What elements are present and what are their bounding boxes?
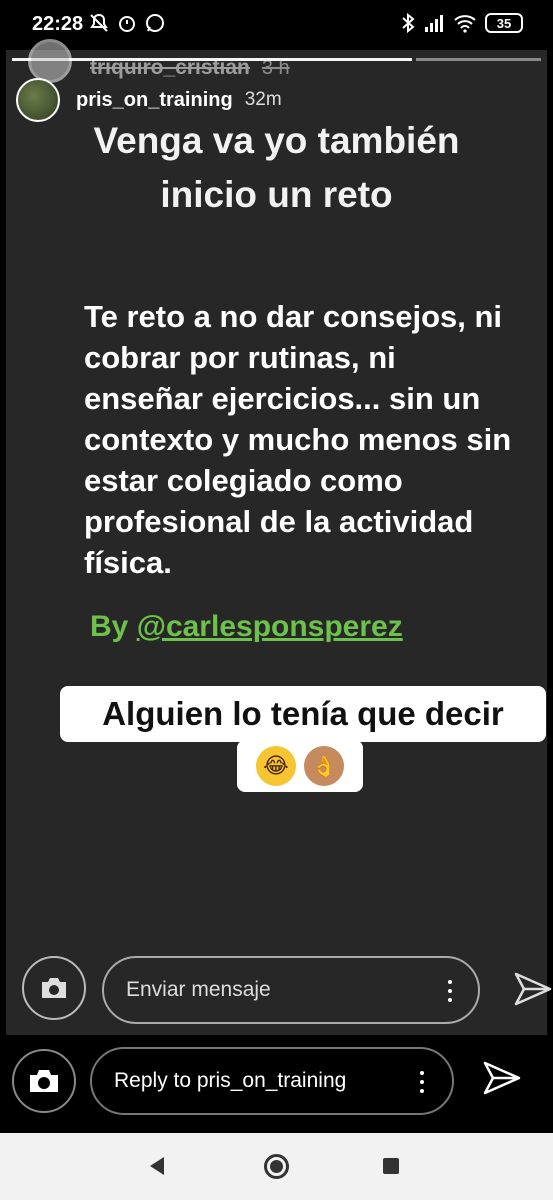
body-line: cobrar por rutinas, ni [84, 340, 396, 375]
body-line: estar colegiado como [84, 463, 403, 498]
story-body: Te reto a no dar consejos, ni cobrar por… [84, 296, 544, 583]
story-credit: By @carlesponsperez [90, 610, 403, 644]
camera-icon [30, 1070, 58, 1092]
whatsapp-icon [146, 14, 164, 32]
bluetooth-icon [402, 12, 415, 34]
credit-prefix: By [90, 610, 137, 643]
story-camera-button[interactable] [22, 956, 86, 1020]
headline-line-1: Venga va yo también [93, 120, 460, 161]
reply-bar: Reply to pris_on_training [0, 1035, 553, 1133]
send-icon[interactable] [483, 1061, 521, 1095]
timestamp: 32m [244, 89, 282, 110]
battery-icon: 35 [485, 13, 523, 33]
recent-apps-icon[interactable] [383, 1158, 399, 1174]
headline-line-2: inicio un reto [160, 174, 393, 215]
laughing-emoji-icon: 😂 [256, 746, 296, 786]
status-bar: 22:28 35 [0, 0, 553, 50]
more-vertical-icon[interactable] [448, 980, 452, 1002]
mention-link[interactable]: @carlesponsperez [137, 610, 403, 643]
story-viewer[interactable]: triquiro_cristian 3 h pris_on_training 3… [6, 39, 552, 1035]
progress-segment-next [416, 58, 541, 61]
ok-hand-emoji-icon: 👌 [304, 746, 344, 786]
previous-timestamp: 3 h [261, 56, 290, 79]
body-line: contexto y mucho menos sin [84, 422, 512, 457]
dnd-icon [90, 13, 108, 32]
wifi-icon [454, 15, 476, 33]
signal-icon [425, 15, 443, 32]
reply-input[interactable]: Reply to pris_on_training [90, 1047, 454, 1115]
notification-icons [88, 12, 166, 34]
body-line: Te reto a no dar consejos, ni [84, 299, 503, 334]
body-line: profesional de la actividad [84, 504, 474, 539]
body-line: física. [84, 545, 172, 580]
story-message-input[interactable]: Enviar mensaje [102, 956, 480, 1024]
camera-icon [42, 978, 66, 998]
emoji-sticker: 😂 👌 [237, 740, 363, 792]
send-icon[interactable] [514, 972, 552, 1006]
reply-placeholder: Reply to pris_on_training [114, 1069, 347, 1092]
previous-avatar [28, 39, 72, 83]
navigation-bar [0, 1133, 553, 1200]
home-icon[interactable] [264, 1154, 289, 1179]
text-sticker: Alguien lo tenía que decir [60, 686, 546, 742]
more-vertical-icon[interactable] [420, 1071, 424, 1093]
camera-button[interactable] [12, 1049, 76, 1113]
clock: 22:28 [32, 13, 84, 35]
story-headline: Venga va yo también inicio un reto [6, 114, 547, 222]
system-icons: 35 [401, 12, 523, 34]
back-icon[interactable] [150, 1157, 164, 1175]
previous-username: triquiro_cristian [90, 56, 250, 79]
username[interactable]: pris_on_training [76, 89, 233, 112]
alarm-icon [119, 16, 135, 32]
body-line: enseñar ejercicios... sin un [84, 381, 481, 416]
story-reply-bar: Enviar mensaje [22, 954, 552, 1024]
story-message-placeholder: Enviar mensaje [126, 978, 271, 1001]
